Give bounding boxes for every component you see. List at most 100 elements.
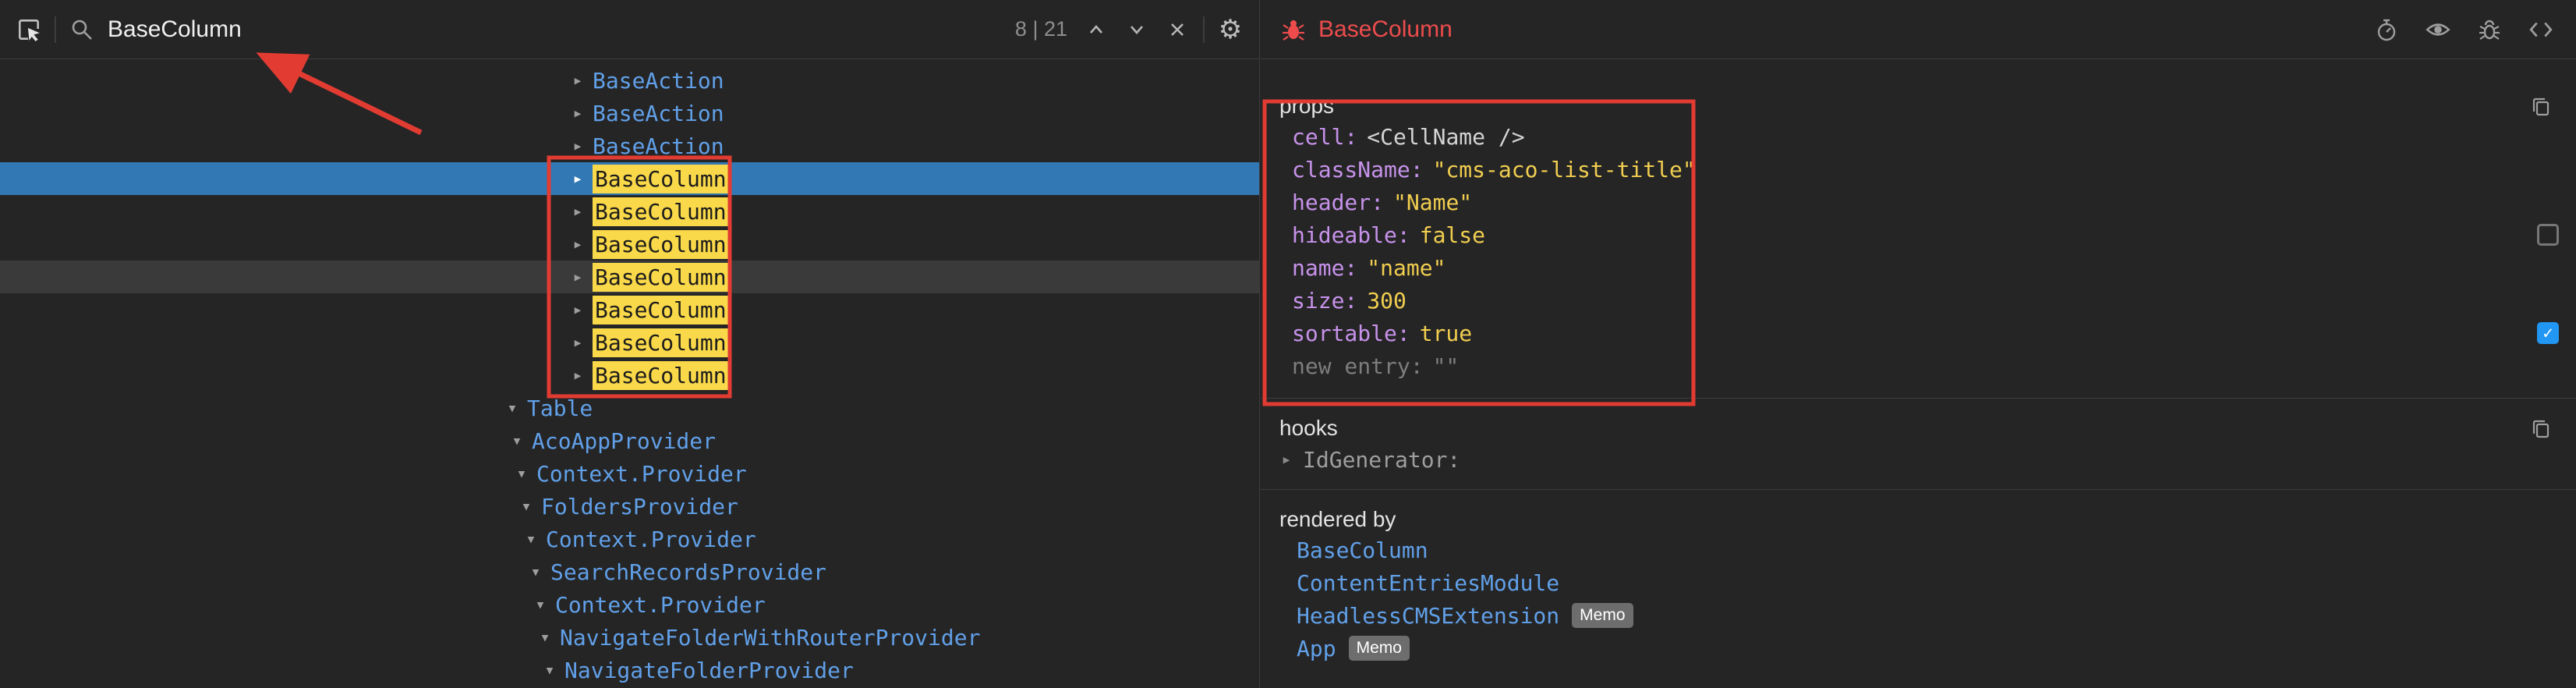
inspect-element-icon[interactable] — [14, 15, 44, 44]
tree-row-NavigateFolderProvider[interactable]: ▾NavigateFolderProvider — [0, 654, 1259, 686]
prop-value[interactable]: true — [1420, 321, 1472, 346]
component-name: BaseAction — [593, 133, 724, 159]
copy-hooks-icon[interactable] — [2526, 413, 2556, 443]
rendered-by-section-header: rendered by — [1261, 505, 2576, 534]
rendered-by-item-HeadlessCMSExtension: HeadlessCMSExtension Memo — [1261, 599, 2576, 632]
next-result-icon[interactable] — [1122, 15, 1152, 44]
error-bug-icon — [1281, 17, 1306, 42]
tree-row-BaseColumn[interactable]: ▸BaseColumn — [0, 326, 1259, 359]
caret-expanded-icon[interactable]: ▾ — [502, 399, 522, 418]
caret-expanded-icon[interactable]: ▾ — [525, 562, 546, 582]
tree-row-Table[interactable]: ▾ Table — [0, 392, 1259, 424]
caret-collapsed-icon[interactable]: ▸ — [568, 268, 588, 287]
caret-collapsed-icon[interactable]: ▸ — [568, 366, 588, 385]
settings-gear-icon[interactable]: ⚙ — [1215, 15, 1245, 44]
tree-row-BaseColumn[interactable]: ▸BaseColumn — [0, 293, 1259, 326]
tree-row-NavigateFolderWithRouterProvider[interactable]: ▾ NavigateFolderWithRouterProvider — [0, 621, 1259, 654]
caret-collapsed-icon[interactable]: ▸ — [1276, 450, 1297, 470]
checkbox-unchecked-icon[interactable] — [2537, 224, 2559, 246]
tree-row-AcoAppProvider[interactable]: ▾AcoAppProvider — [0, 424, 1259, 457]
caret-expanded-icon[interactable]: ▾ — [535, 628, 555, 647]
rendered-by-link[interactable]: ContentEntriesModule — [1297, 570, 1559, 596]
prop-key: name: — [1292, 255, 1357, 281]
caret-collapsed-icon[interactable]: ▸ — [568, 169, 588, 189]
prop-row-newentry: new entry: "" — [1261, 349, 2576, 382]
prop-value[interactable]: "name" — [1367, 255, 1445, 281]
prop-key: className: — [1292, 157, 1424, 183]
props-section-header: props — [1261, 92, 2576, 120]
caret-collapsed-icon[interactable]: ▸ — [568, 300, 588, 320]
checkbox-checked-icon[interactable]: ✓ — [2537, 322, 2559, 344]
tree-row-BaseColumn[interactable]: ▸BaseColumn — [0, 261, 1259, 293]
props-section: props cell: <CellName />className: "cms-… — [1261, 59, 2576, 399]
rendered-by-rows: BaseColumn ContentEntriesModule HeadlessCM… — [1261, 534, 2576, 665]
prop-row-className: className: "cms-aco-list-title" — [1261, 153, 2576, 186]
prop-row-header: header: "Name" — [1261, 186, 2576, 218]
tree-row-BaseColumn[interactable]: ▸BaseColumn — [0, 162, 1259, 195]
profiler-timer-icon[interactable] — [2372, 15, 2401, 44]
component-name: BaseColumn — [593, 328, 729, 357]
prop-value[interactable]: 300 — [1367, 288, 1407, 314]
tree-row-SearchRecordsProvider[interactable]: ▾SearchRecordsProvider — [0, 555, 1259, 588]
component-name: NavigateFolderWithRouterProvider — [560, 625, 980, 651]
tree-row-Context.Provider[interactable]: ▾Context.Provider — [0, 457, 1259, 490]
inspect-dom-eye-icon[interactable] — [2423, 15, 2453, 44]
prop-value[interactable]: "" — [1433, 353, 1460, 379]
caret-collapsed-icon[interactable]: ▸ — [568, 235, 588, 254]
tree-row-BaseAction[interactable]: ▸BaseAction — [0, 97, 1259, 129]
rendered-by-link[interactable]: HeadlessCMSExtension — [1297, 603, 1559, 629]
prop-value[interactable]: false — [1420, 222, 1485, 248]
prop-value[interactable]: <CellName /> — [1367, 124, 1524, 150]
rendered-by-link[interactable]: BaseColumn — [1297, 537, 1428, 563]
component-name: SearchRecordsProvider — [550, 559, 826, 585]
component-name: Table — [527, 395, 593, 421]
clear-search-icon[interactable] — [1162, 15, 1192, 44]
prop-value[interactable]: "Name" — [1393, 190, 1472, 215]
component-name: BaseColumn — [593, 296, 729, 324]
caret-collapsed-icon[interactable]: ▸ — [568, 202, 588, 222]
tree-row-BaseColumn[interactable]: ▸ BaseColumn — [0, 228, 1259, 261]
caret-expanded-icon[interactable]: ▾ — [540, 661, 560, 680]
tree-row-Context.Provider[interactable]: ▾Context.Provider — [0, 588, 1259, 621]
component-inspector-panel: BaseColumn — [1261, 0, 2576, 688]
caret-collapsed-icon[interactable]: ▸ — [568, 104, 588, 123]
caret-expanded-icon[interactable]: ▾ — [521, 530, 541, 549]
rendered-by-item-App: App Memo — [1261, 632, 2576, 665]
caret-collapsed-icon[interactable]: ▸ — [568, 71, 588, 90]
prop-key: hideable: — [1292, 222, 1410, 248]
caret-expanded-icon[interactable]: ▾ — [530, 595, 550, 615]
hook-row-IdGenerator[interactable]: ▸ IdGenerator: — [1261, 442, 2576, 477]
hook-name: IdGenerator: — [1303, 447, 1460, 473]
caret-collapsed-icon[interactable]: ▸ — [568, 137, 588, 156]
previous-result-icon[interactable] — [1081, 15, 1111, 44]
tree-row-BaseColumn[interactable]: ▸BaseColumn — [0, 359, 1259, 392]
rendered-by-section: rendered by BaseColumn ContentEntriesModu… — [1261, 490, 2576, 677]
tree-row-BaseAction[interactable]: ▸BaseAction — [0, 64, 1259, 97]
rendered-by-item-BaseColumn: BaseColumn — [1261, 534, 2576, 566]
hooks-section-header: hooks — [1261, 414, 2576, 442]
tree-row-FoldersProvider[interactable]: ▾FoldersProvider — [0, 490, 1259, 523]
prop-value[interactable]: "cms-aco-list-title" — [1433, 157, 1696, 183]
copy-props-icon[interactable] — [2526, 91, 2556, 121]
caret-expanded-icon[interactable]: ▾ — [516, 497, 536, 516]
search-toolbar: 8 | 21 ⚙ — [0, 0, 1259, 59]
selected-component-title: BaseColumn — [1318, 16, 1453, 43]
rendered-by-link[interactable]: App — [1297, 636, 1336, 661]
prop-row-hideable: hideable: false — [1261, 218, 2576, 251]
search-input[interactable] — [108, 16, 1004, 43]
tree-row-BaseAction[interactable]: ▸ BaseAction — [0, 129, 1259, 162]
rendered-by-heading: rendered by — [1279, 507, 1396, 532]
memo-badge: Memo — [1349, 636, 1410, 661]
caret-expanded-icon[interactable]: ▾ — [511, 464, 532, 484]
caret-expanded-icon[interactable]: ▾ — [507, 431, 527, 451]
caret-collapsed-icon[interactable]: ▸ — [568, 333, 588, 353]
component-name: BaseColumn — [593, 230, 729, 259]
props-rows: cell: <CellName />className: "cms-aco-li… — [1261, 120, 2576, 382]
component-name: Context.Provider — [555, 592, 766, 618]
tree-row-BaseColumn[interactable]: ▸BaseColumn — [0, 195, 1259, 228]
debug-bug-icon[interactable] — [2475, 15, 2504, 44]
prop-row-cell: cell: <CellName /> — [1261, 120, 2576, 153]
memo-badge: Memo — [1572, 603, 1633, 628]
view-source-icon[interactable] — [2526, 15, 2556, 44]
tree-row-Context.Provider[interactable]: ▾Context.Provider — [0, 523, 1259, 555]
